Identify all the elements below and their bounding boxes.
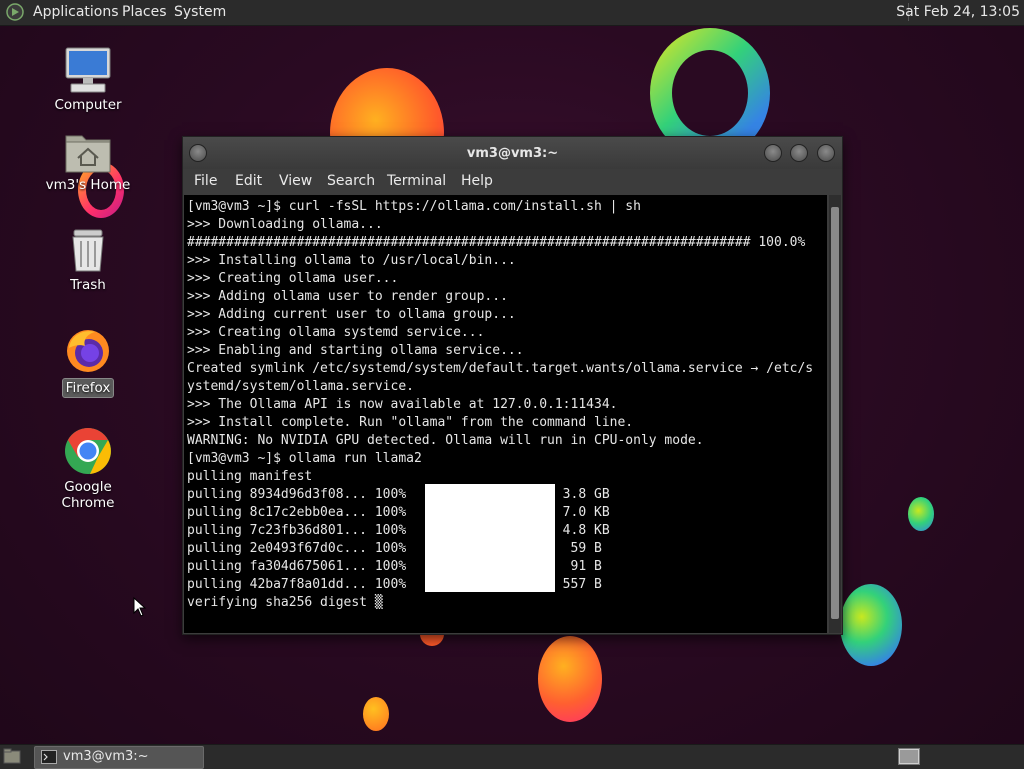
terminal-window[interactable]: vm3@vm3:~ File Edit View Search Terminal… (182, 136, 843, 635)
terminal-scrollbar[interactable] (829, 195, 841, 633)
workspace-switcher-icon[interactable] (898, 748, 920, 765)
terminal-line: [vm3@vm3 ~]$ curl -fsSL https://ollama.c… (187, 199, 641, 214)
window-title: vm3@vm3:~ (466, 146, 559, 161)
terminal-line: >>> Installing ollama to /usr/local/bin.… (187, 253, 516, 268)
menu-edit[interactable]: Edit (235, 173, 262, 189)
desktop-icon-label: Computer (54, 97, 122, 113)
taskbar-terminal-button[interactable]: vm3@vm3:~ (34, 746, 204, 769)
chrome-icon (65, 428, 111, 474)
terminal-line: verifying sha256 digest ▒ (187, 595, 383, 610)
desktop-icon-home[interactable]: vm3's Home (33, 128, 143, 194)
terminal-line: [vm3@vm3 ~]$ ollama run llama2 (187, 451, 422, 466)
menu-help[interactable]: Help (461, 173, 493, 189)
menu-file[interactable]: File (194, 173, 217, 189)
terminal-menubar: File Edit View Search Terminal Help (183, 170, 842, 194)
minimize-button[interactable] (764, 144, 782, 162)
firefox-icon (67, 330, 109, 372)
desktop-icon-label: Trash (70, 277, 106, 293)
terminal-line: ########################################… (187, 235, 806, 250)
wallpaper-blob (363, 697, 389, 731)
taskbar-item-label: vm3@vm3:~ (63, 749, 149, 764)
home-folder-icon (65, 135, 111, 173)
terminal-line: WARNING: No NVIDIA GPU detected. Ollama … (187, 433, 704, 448)
bottom-panel: vm3@vm3:~ (0, 744, 1024, 769)
system-menu[interactable]: System (174, 4, 226, 20)
terminal-line: >>> The Ollama API is now available at 1… (187, 397, 618, 412)
wallpaper-blob (908, 497, 934, 531)
desktop-icon-label: Firefox (61, 378, 115, 398)
applications-menu-icon[interactable] (6, 3, 24, 21)
window-titlebar[interactable]: vm3@vm3:~ (183, 137, 842, 169)
close-button[interactable] (817, 144, 835, 162)
desktop-icon-firefox[interactable]: Firefox (33, 326, 143, 398)
applications-menu[interactable]: Applications (33, 4, 119, 20)
terminal-line: >>> Install complete. Run "ollama" from … (187, 415, 634, 430)
terminal-line: ystemd/system/ollama.service. (187, 379, 414, 394)
clock[interactable]: Sat Feb 24, 13:05 (896, 4, 1020, 20)
wallpaper-blob (538, 636, 602, 722)
desktop-icon-chrome[interactable]: Google Chrome (33, 426, 143, 512)
menu-view[interactable]: View (279, 173, 312, 189)
places-menu[interactable]: Places (122, 4, 167, 20)
trash-icon (72, 229, 104, 272)
terminal-output[interactable]: [vm3@vm3 ~]$ curl -fsSL https://ollama.c… (184, 195, 827, 633)
desktop-icon-computer[interactable]: Computer (33, 46, 143, 114)
wallpaper-blob (840, 584, 902, 666)
scrollbar-thumb[interactable] (831, 207, 839, 619)
maximize-button[interactable] (790, 144, 808, 162)
desktop-icon-label: vm3's Home (45, 177, 131, 193)
terminal-line: Created symlink /etc/systemd/system/defa… (187, 361, 814, 376)
terminal-line: >>> Creating ollama user... (187, 271, 399, 286)
desktop-icon-trash[interactable]: Trash (33, 226, 143, 294)
terminal-line: >>> Adding ollama user to render group..… (187, 289, 508, 304)
terminal-line: >>> Downloading ollama... (187, 217, 383, 232)
terminal-line: >>> Adding current user to ollama group.… (187, 307, 516, 322)
show-desktop-icon[interactable] (3, 748, 21, 764)
terminal-line: >>> Creating ollama systemd service... (187, 325, 485, 340)
top-panel: Applications Places System Sat Feb 24, 1… (0, 0, 1024, 26)
computer-icon (65, 47, 111, 93)
mouse-pointer-icon (133, 597, 147, 617)
menu-terminal[interactable]: Terminal (387, 173, 446, 189)
terminal-icon (41, 750, 57, 764)
menu-search[interactable]: Search (327, 173, 375, 189)
download-progress-bars (425, 484, 555, 592)
terminal-line: pulling manifest (187, 469, 313, 484)
terminal-line: >>> Enabling and starting ollama service… (187, 343, 524, 358)
desktop-icon-label: Google Chrome (61, 479, 115, 511)
